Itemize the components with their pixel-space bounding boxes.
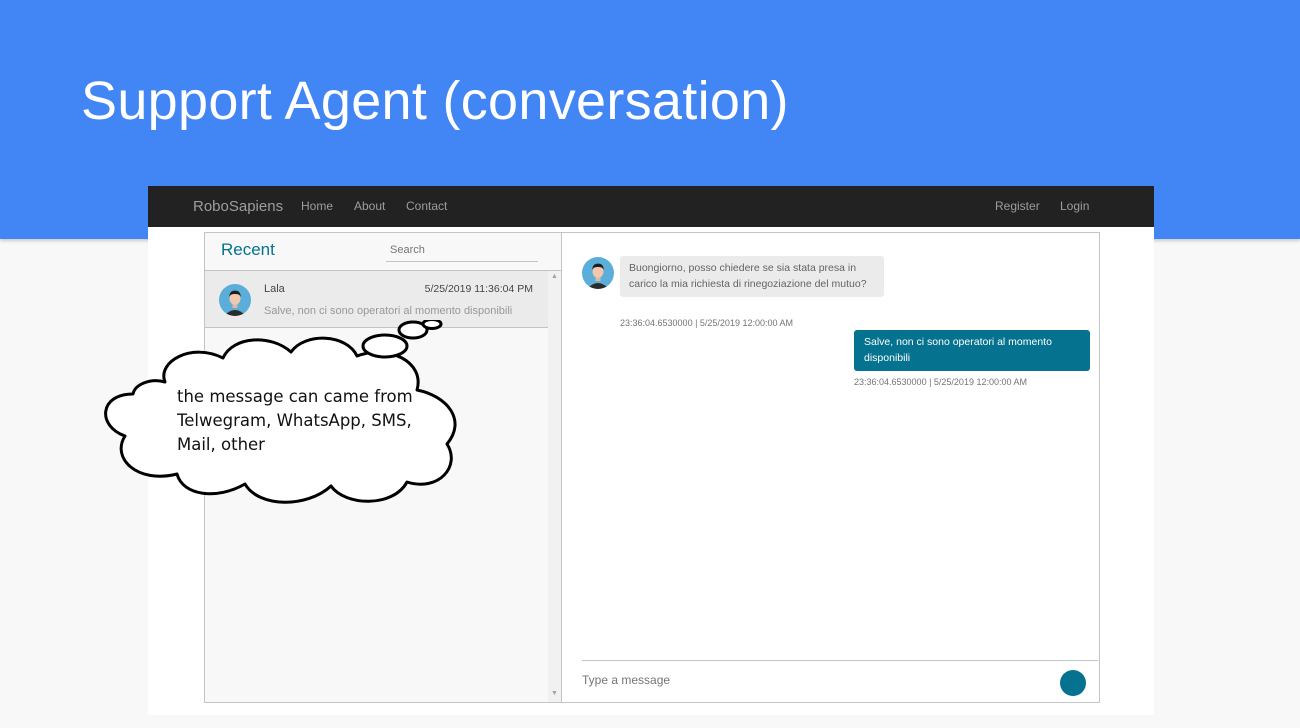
navbar: RoboSapiens Home About Contact Register … (148, 186, 1154, 227)
conversation-panel: Buongiorno, posso chiedere se sia stata … (562, 233, 1099, 702)
nav-contact-link[interactable]: Contact (406, 199, 447, 213)
scroll-down-arrow-icon[interactable]: ▼ (551, 690, 558, 697)
incoming-message-time: 23:36:04.6530000 | 5/25/2019 12:00:00 AM (620, 318, 793, 328)
chat-name: Lala (264, 283, 285, 295)
callout-line: Mail, other (177, 435, 265, 454)
callout-line: Telwegram, WhatsApp, SMS, (177, 411, 412, 430)
message-composer (582, 660, 1098, 702)
recent-heading: Recent (221, 240, 275, 259)
chat-date: 5/25/2019 11:36:04 PM (424, 283, 533, 295)
user-avatar-icon (219, 284, 251, 316)
chat-preview: Salve, non ci sono operatori al momento … (264, 305, 513, 317)
nav-login-link[interactable]: Login (1060, 199, 1089, 213)
callout-text: the message can came from Telwegram, Wha… (177, 385, 447, 457)
incoming-message-bubble: Buongiorno, posso chiedere se sia stata … (620, 256, 884, 297)
outgoing-message-bubble: Salve, non ci sono operatori al momento … (854, 330, 1090, 371)
message-input[interactable] (582, 667, 1042, 693)
inbox-scrollbar[interactable]: ▲ ▼ (548, 271, 561, 702)
nav-about-link[interactable]: About (354, 199, 385, 213)
search-input[interactable] (386, 239, 538, 261)
slide-title: Support Agent (conversation) (81, 71, 789, 131)
nav-home-link[interactable]: Home (301, 199, 333, 213)
brand-link[interactable]: RoboSapiens (193, 198, 283, 215)
nav-register-link[interactable]: Register (995, 199, 1040, 213)
sender-avatar-icon (582, 257, 614, 289)
send-button[interactable] (1060, 670, 1086, 696)
inbox-header: Recent (205, 233, 561, 271)
search-bar (386, 239, 538, 262)
outgoing-message-time: 23:36:04.6530000 | 5/25/2019 12:00:00 AM (854, 377, 1027, 387)
scroll-up-arrow-icon[interactable]: ▲ (551, 273, 558, 280)
callout-line: the message can came from (177, 387, 413, 406)
